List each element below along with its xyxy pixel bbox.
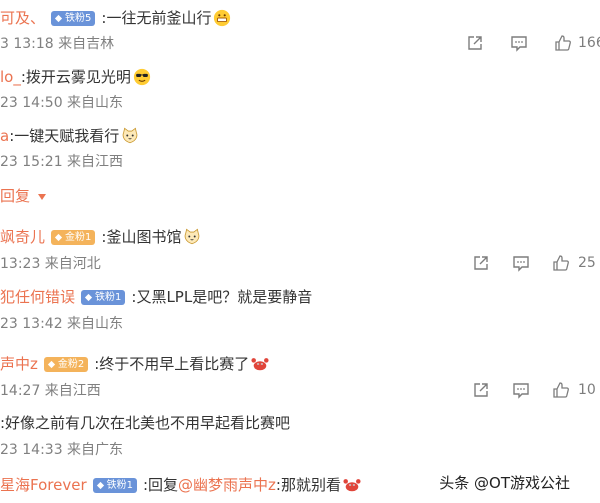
comment-meta: 23 15:21 来自江西 <box>0 154 124 170</box>
comment-actions: 10 <box>472 381 596 399</box>
comment-meta: 14:27 来自江西 <box>0 383 101 399</box>
comment-row: :好像之前有几次在北美也不用早起看比赛吧 <box>0 413 290 433</box>
diamond-icon <box>84 293 93 301</box>
like-count: 25 <box>578 255 596 271</box>
mention-link[interactable]: @幽梦雨声中z <box>178 475 276 495</box>
comment-text: :一往无前釜山行 <box>101 9 212 27</box>
fan-badge: 铁粉1 <box>81 289 126 305</box>
diamond-icon <box>96 481 104 489</box>
comment-meta: 3 13:18 来自吉林 <box>0 36 115 52</box>
comment-meta: 13:23 来自河北 <box>0 256 101 272</box>
comment-icon[interactable] <box>512 381 530 399</box>
crab-emoji-icon <box>343 479 361 492</box>
badge-label: 金粉2 <box>57 358 85 370</box>
badge-label: 铁粉1 <box>95 291 122 303</box>
comment-row: 飒奇儿 金粉1 :釜山图书馆 <box>0 227 201 247</box>
comment-row: a :一键天赋我看行 <box>0 126 139 146</box>
comment-actions: 166 <box>466 34 600 52</box>
comment-username[interactable]: 声中z <box>0 354 38 374</box>
comment-username[interactable]: 可及、 <box>0 8 45 28</box>
more-replies-label: 回复 <box>0 187 31 205</box>
like-icon[interactable] <box>552 381 570 399</box>
comment-row: lo_ :拨开云雾见光明 <box>0 67 151 87</box>
comment-text: :好像之前有几次在北美也不用早起看比赛吧 <box>0 414 291 432</box>
diamond-icon <box>54 14 63 22</box>
comment-text: :拨开云雾见光明 <box>20 68 131 86</box>
like-icon[interactable] <box>554 34 572 52</box>
fan-badge: 铁粉1 <box>92 477 137 493</box>
comment-row: 犯任何错误 铁粉1 :又黑LPL是吧？就是要静音 <box>0 287 312 307</box>
comment-actions: 25 <box>472 254 596 272</box>
comment-username[interactable]: lo_ <box>0 67 21 87</box>
crab-emoji-icon <box>251 358 269 371</box>
share-icon[interactable] <box>472 381 490 399</box>
comment-text: :又黑LPL是吧？就是要静音 <box>131 288 313 306</box>
comment-icon[interactable] <box>510 34 528 52</box>
comment-meta: 23 14:50 来自山东 <box>0 95 124 111</box>
sunglasses-emoji-icon <box>133 68 151 86</box>
comment-row: 星海Forever 铁粉1 :回复 @幽梦雨声中z :那就别看 <box>0 475 361 495</box>
comment-row: 声中z 金粉2 :终于不用早上看比赛了 <box>0 354 269 374</box>
like-count: 166 <box>578 35 600 51</box>
comment-username[interactable]: a <box>0 126 9 146</box>
comment-row: 可及、 铁粉5 :一往无前釜山行 <box>0 8 231 28</box>
grin-emoji-icon <box>214 9 231 27</box>
comment-username[interactable]: 星海Forever <box>0 475 87 495</box>
comment-text: :终于不用早上看比赛了 <box>94 355 250 373</box>
comment-text: :那就别看 <box>275 476 341 494</box>
more-replies-link[interactable]: 回复 <box>0 185 47 206</box>
gold-fan-badge: 金粉2 <box>43 356 89 372</box>
caret-down-icon <box>37 193 46 200</box>
comment-meta: 23 13:42 来自山东 <box>0 316 124 332</box>
like-count: 10 <box>578 382 596 398</box>
watermark: 头条 @OT游戏公社 <box>439 472 570 493</box>
gold-fan-badge: 金粉1 <box>51 229 96 245</box>
comment-text: :一键天赋我看行 <box>9 127 120 145</box>
share-icon[interactable] <box>472 254 490 272</box>
watermark-text: 头条 @OT游戏公社 <box>439 474 570 492</box>
comment-text: :回复 <box>142 476 179 494</box>
comment-username[interactable]: 犯任何错误 <box>0 287 75 307</box>
diamond-icon <box>54 233 63 241</box>
comment-meta: 23 14:33 来自广东 <box>0 442 124 458</box>
cat-emoji-icon <box>185 228 200 245</box>
fan-badge: 铁粉5 <box>51 10 96 26</box>
share-icon[interactable] <box>466 34 484 52</box>
diamond-icon <box>47 360 55 368</box>
comment-username[interactable]: 飒奇儿 <box>0 227 45 247</box>
badge-label: 铁粉1 <box>106 479 133 491</box>
badge-label: 铁粉5 <box>65 12 92 24</box>
cat-emoji-icon <box>122 127 138 144</box>
like-icon[interactable] <box>552 254 570 272</box>
badge-label: 金粉1 <box>65 231 92 243</box>
comment-icon[interactable] <box>512 254 530 272</box>
comment-text: :釜山图书馆 <box>101 228 182 246</box>
